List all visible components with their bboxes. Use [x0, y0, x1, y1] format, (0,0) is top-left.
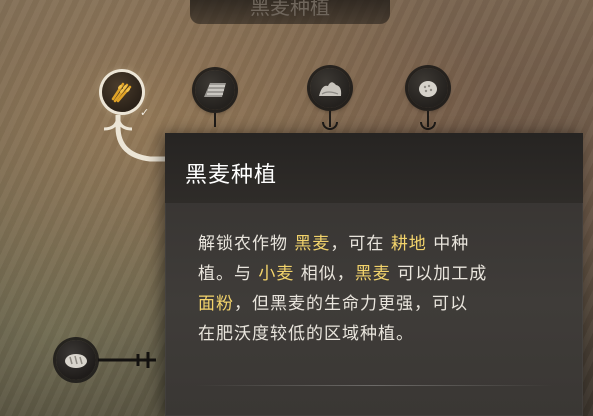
- node-stem: [214, 113, 216, 127]
- text: 可以加工成: [390, 264, 488, 284]
- text: ，可在: [330, 234, 391, 254]
- tilled-field-icon: [204, 83, 226, 97]
- text: ，但黑麦的生命力更强，可以: [234, 294, 468, 314]
- text: 植。与: [198, 264, 259, 284]
- text: 相似，: [294, 264, 355, 284]
- tech-tooltip-panel: 黑麦种植 解锁农作物 黑麦，可在 耕地 中种 植。与 小麦 相似，黑麦 可以加工…: [165, 133, 583, 416]
- highlight-term: 小麦: [258, 264, 295, 284]
- tech-node-seed-sack[interactable]: [408, 68, 448, 108]
- bread-icon: [65, 354, 87, 368]
- tooltip-line-1: 解锁农作物 黑麦，可在 耕地 中种: [198, 229, 538, 259]
- text: 在肥沃度较低的区域种植。: [198, 324, 414, 344]
- grain-pile-icon: [319, 82, 342, 96]
- tooltip-description: 解锁农作物 黑麦，可在 耕地 中种 植。与 小麦 相似，黑麦 可以加工成 面粉，…: [198, 229, 538, 349]
- rye-icon: [111, 82, 132, 103]
- tech-node-rye[interactable]: [102, 72, 142, 112]
- tech-node-tilled-field[interactable]: [195, 70, 235, 110]
- tech-node-grain-pile[interactable]: [310, 68, 350, 108]
- tooltip-divider: [195, 385, 553, 386]
- tooltip-line-4: 在肥沃度较低的区域种植。: [198, 319, 538, 349]
- tech-tree-header: 黑麦种植: [190, 0, 390, 24]
- unlocked-check-icon: ✓: [140, 106, 150, 119]
- highlight-term: 黑麦: [294, 234, 331, 254]
- bread-node-connector: [98, 352, 156, 368]
- tooltip-line-3: 面粉，但黑麦的生命力更强，可以: [198, 289, 538, 319]
- highlight-term: 黑麦: [354, 264, 391, 284]
- text: 解锁农作物: [198, 234, 295, 254]
- tooltip-title: 黑麦种植: [185, 163, 278, 188]
- text: 中种: [426, 234, 470, 254]
- highlight-term: 耕地: [390, 234, 427, 254]
- seed-sack-icon: [419, 81, 437, 97]
- tech-node-bread[interactable]: [56, 340, 96, 380]
- tooltip-line-2: 植。与 小麦 相似，黑麦 可以加工成: [198, 259, 538, 289]
- tech-tree-header-title: 黑麦种植: [250, 0, 330, 19]
- highlight-term: 面粉: [198, 294, 234, 314]
